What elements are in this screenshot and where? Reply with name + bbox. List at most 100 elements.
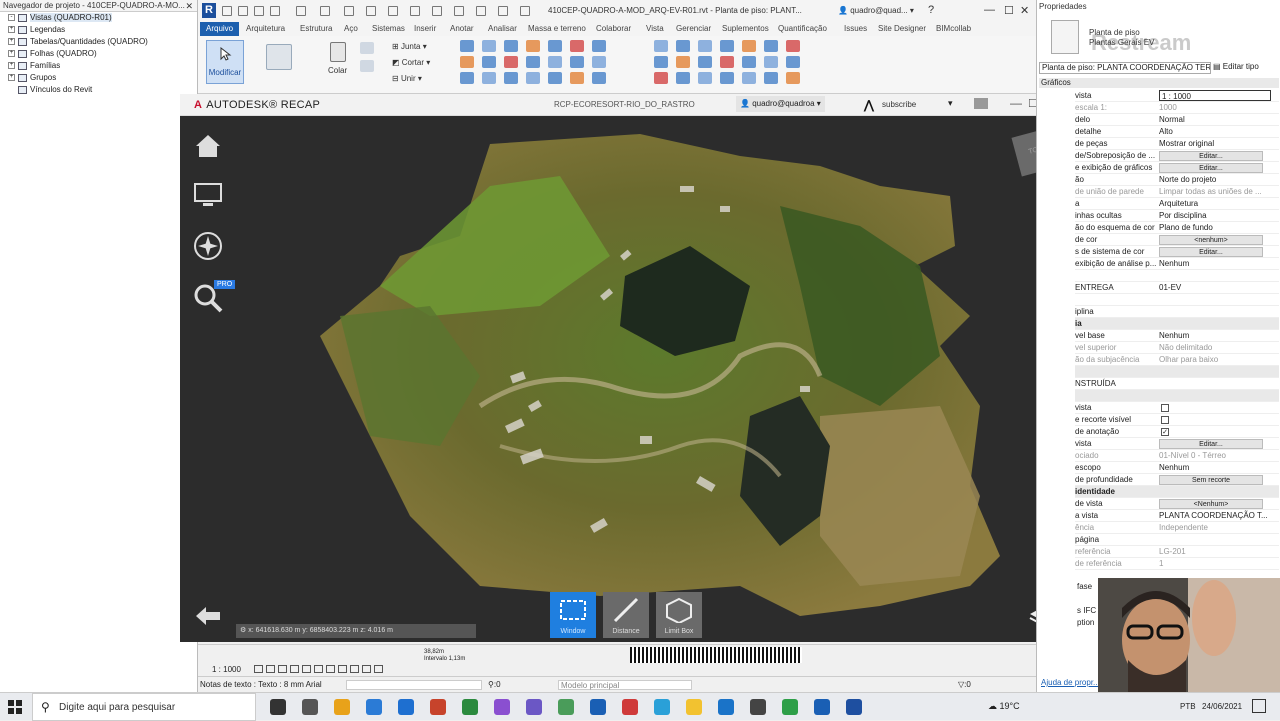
property-edit-button[interactable]: <nenhum> (1159, 235, 1263, 245)
view-control-icon[interactable] (254, 665, 263, 673)
array-icon[interactable] (720, 56, 734, 68)
teams-icon[interactable] (494, 699, 510, 715)
browser-item[interactable]: + Legendas (0, 24, 197, 36)
tab-13[interactable]: Quantificação (778, 22, 827, 36)
view-icon[interactable] (504, 72, 518, 84)
settings-icon[interactable]: ⚙ (240, 627, 248, 634)
tab-8[interactable]: Massa e terreno (528, 22, 586, 36)
create-icon[interactable] (786, 40, 800, 52)
browser-item[interactable]: + Folhas (QUADRO) (0, 48, 197, 60)
edit-type-button[interactable]: ▤ Editar tipo (1213, 62, 1259, 71)
pin-icon[interactable] (764, 56, 778, 68)
close-icon[interactable]: ✕ (185, 0, 193, 12)
display-settings-button[interactable] (192, 178, 224, 210)
start-button[interactable] (8, 700, 22, 716)
view-control-icon[interactable] (350, 665, 359, 673)
multitask-icon[interactable] (302, 699, 318, 715)
tab-14[interactable]: Issues (844, 22, 867, 36)
3d-view-icon[interactable] (432, 6, 442, 16)
view-control-icon[interactable] (290, 665, 299, 673)
join-button[interactable]: ⊞ Junta ▾ (392, 42, 427, 51)
split-icon[interactable] (742, 72, 756, 84)
view-control-icon[interactable] (266, 665, 275, 673)
minimize-icon[interactable]: — (984, 4, 995, 16)
property-edit-button[interactable]: Editar... (1159, 163, 1263, 173)
files-icon[interactable] (686, 699, 702, 715)
open-folder-icon[interactable] (238, 6, 248, 16)
selection-icon[interactable] (482, 56, 496, 68)
onenote-icon[interactable] (526, 699, 542, 715)
print-icon[interactable] (344, 6, 354, 16)
type-selector[interactable] (346, 680, 482, 690)
tab-3[interactable]: Aço (344, 22, 358, 36)
clock-date[interactable]: 24/06/2021 (1202, 702, 1242, 711)
recap-minimize-icon[interactable]: — (1010, 96, 1022, 110)
photos-icon[interactable] (558, 699, 574, 715)
mail-icon[interactable] (398, 699, 414, 715)
property-edit-button[interactable]: Editar... (1159, 151, 1263, 161)
cut-button[interactable]: ◩ Cortar ▾ (392, 58, 430, 67)
property-edit-button[interactable]: Editar... (1159, 439, 1263, 449)
word-icon[interactable] (846, 699, 862, 715)
split-icon[interactable] (654, 40, 668, 52)
home-button[interactable] (192, 130, 224, 162)
browser-item[interactable]: Vínculos do Revit (0, 84, 197, 96)
browser-item[interactable]: + Tabelas/Quantidades (QUADRO) (0, 36, 197, 48)
section-icon[interactable] (454, 6, 464, 16)
align-icon[interactable] (504, 56, 518, 68)
dimension-icon[interactable] (388, 6, 398, 16)
dropdown-icon[interactable]: ▾ (948, 98, 953, 109)
browser-item[interactable]: - Vistas (QUADRO-R01) (0, 12, 197, 24)
text-icon[interactable] (410, 6, 420, 16)
camtasia-icon[interactable] (782, 699, 798, 715)
copy-element-icon[interactable] (548, 40, 562, 52)
rotate-icon[interactable] (654, 56, 668, 68)
view-control-icon[interactable] (362, 665, 371, 673)
create-icon[interactable] (482, 72, 496, 84)
move-icon[interactable] (654, 72, 668, 84)
scale-selector[interactable]: 1 : 1000 (212, 665, 241, 674)
expand-icon[interactable]: + (8, 74, 15, 82)
align-icon[interactable] (548, 72, 562, 84)
notifications-icon[interactable] (1252, 699, 1266, 713)
trim-icon[interactable] (676, 56, 690, 68)
view-control-icon[interactable] (314, 665, 323, 673)
vscode-icon[interactable] (718, 699, 734, 715)
modify-button[interactable]: Modificar (206, 40, 244, 84)
redo-icon[interactable] (320, 6, 330, 16)
browser-item[interactable]: + Famílias (0, 60, 197, 72)
unjoin-button[interactable]: ⊟ Unir ▾ (392, 74, 422, 83)
paste-icon[interactable] (330, 42, 346, 62)
properties-icon[interactable] (266, 44, 292, 70)
tab-7[interactable]: Analisar (488, 22, 517, 36)
trim-icon[interactable] (720, 72, 734, 84)
sync-icon[interactable] (270, 6, 280, 16)
view-control-icon[interactable] (374, 665, 383, 673)
tab-1[interactable]: Arquitetura (246, 22, 285, 36)
collapse-icon[interactable]: - (8, 14, 15, 22)
copy-icon[interactable] (360, 42, 374, 54)
tool-distance[interactable]: Distance (603, 592, 649, 638)
tab-2[interactable]: Estrutura (300, 22, 332, 36)
measure-tool-icon[interactable] (460, 72, 474, 84)
undo-icon[interactable] (296, 6, 306, 16)
property-input[interactable]: 1 : 1000 (1159, 90, 1271, 101)
mirror-icon[interactable] (592, 72, 606, 84)
tab-10[interactable]: Vista (646, 22, 664, 36)
checkbox[interactable] (1161, 416, 1169, 424)
align-icon[interactable] (460, 40, 474, 52)
tool-limit-box[interactable]: Limit Box (656, 592, 702, 638)
back-button[interactable] (192, 600, 224, 632)
tab-5[interactable]: Inserir (414, 22, 436, 36)
offset-icon[interactable] (482, 40, 496, 52)
split-icon[interactable] (698, 56, 712, 68)
pin-icon[interactable] (720, 40, 734, 52)
rotate-icon[interactable] (570, 40, 584, 52)
language[interactable]: PTB (1180, 702, 1196, 711)
telegram-icon[interactable] (654, 699, 670, 715)
tab-12[interactable]: Suplementos (722, 22, 769, 36)
clipboard-icon[interactable] (360, 60, 374, 72)
model-selector[interactable]: Modelo principal (558, 680, 692, 690)
user-account[interactable]: 👤 quadro@quad... ▾ (838, 6, 914, 15)
selection-icon[interactable] (526, 72, 540, 84)
